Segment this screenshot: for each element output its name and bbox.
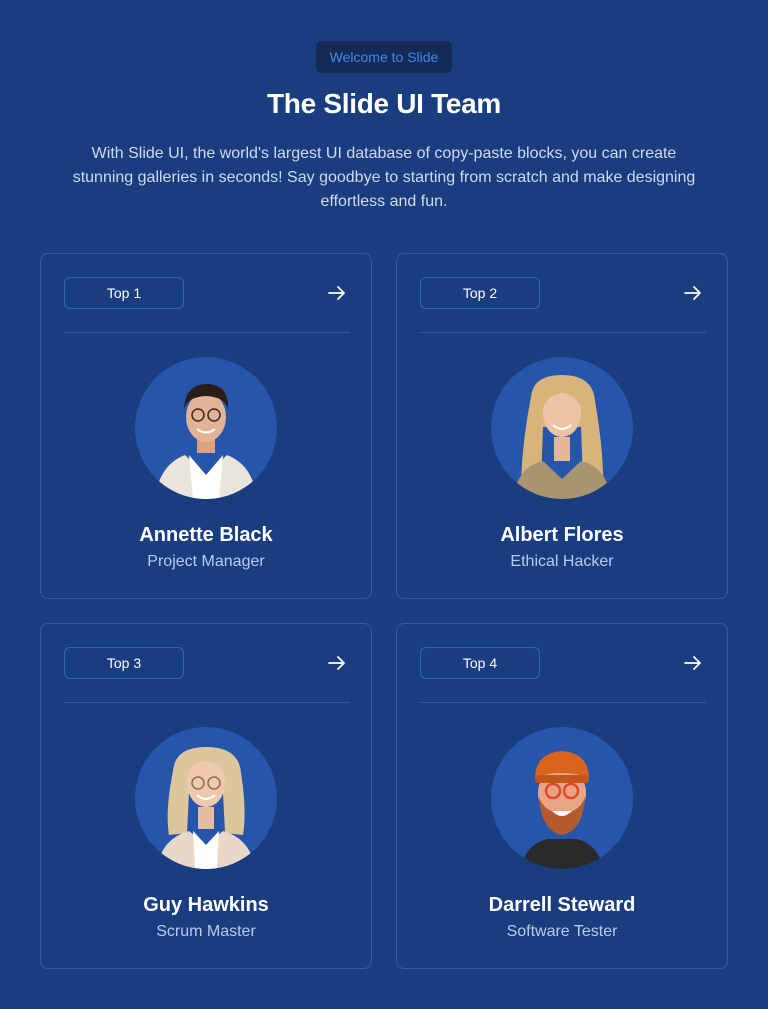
rank-badge: Top 2 xyxy=(420,277,540,309)
arrow-right-icon[interactable] xyxy=(327,653,347,673)
team-card[interactable]: Top 3 Guy Hawkins Scrum Master xyxy=(40,623,372,969)
team-section: Welcome to Slide The Slide UI Team With … xyxy=(0,0,768,1009)
avatar xyxy=(135,357,277,499)
rank-badge: Top 4 xyxy=(420,647,540,679)
team-card[interactable]: Top 4 Darrell Steward Software Tester xyxy=(396,623,728,969)
avatar xyxy=(491,727,633,869)
member-name: Albert Flores xyxy=(500,524,624,546)
member-role: Software Tester xyxy=(506,923,618,940)
team-card[interactable]: Top 2 Albert Flores Ethical Hacker xyxy=(396,253,728,599)
card-divider xyxy=(420,702,706,703)
member-role: Scrum Master xyxy=(156,923,256,940)
avatar xyxy=(491,357,633,499)
card-divider xyxy=(64,332,350,333)
member-name: Annette Black xyxy=(139,524,273,546)
card-divider xyxy=(420,332,706,333)
member-role: Ethical Hacker xyxy=(510,553,614,570)
member-name: Darrell Steward xyxy=(488,894,636,916)
team-card[interactable]: Top 1 Annette Black Project Manager xyxy=(40,253,372,599)
welcome-badge: Welcome to Slide xyxy=(316,41,452,73)
card-divider xyxy=(64,702,350,703)
member-role: Project Manager xyxy=(147,553,265,570)
avatar xyxy=(135,727,277,869)
member-name: Guy Hawkins xyxy=(143,894,269,916)
rank-badge: Top 3 xyxy=(64,647,184,679)
page-title: The Slide UI Team xyxy=(267,88,501,119)
rank-badge: Top 1 xyxy=(64,277,184,309)
arrow-right-icon[interactable] xyxy=(683,283,703,303)
page-subtitle: With Slide UI, the world's largest UI da… xyxy=(72,145,696,210)
arrow-right-icon[interactable] xyxy=(327,283,347,303)
arrow-right-icon[interactable] xyxy=(683,653,703,673)
